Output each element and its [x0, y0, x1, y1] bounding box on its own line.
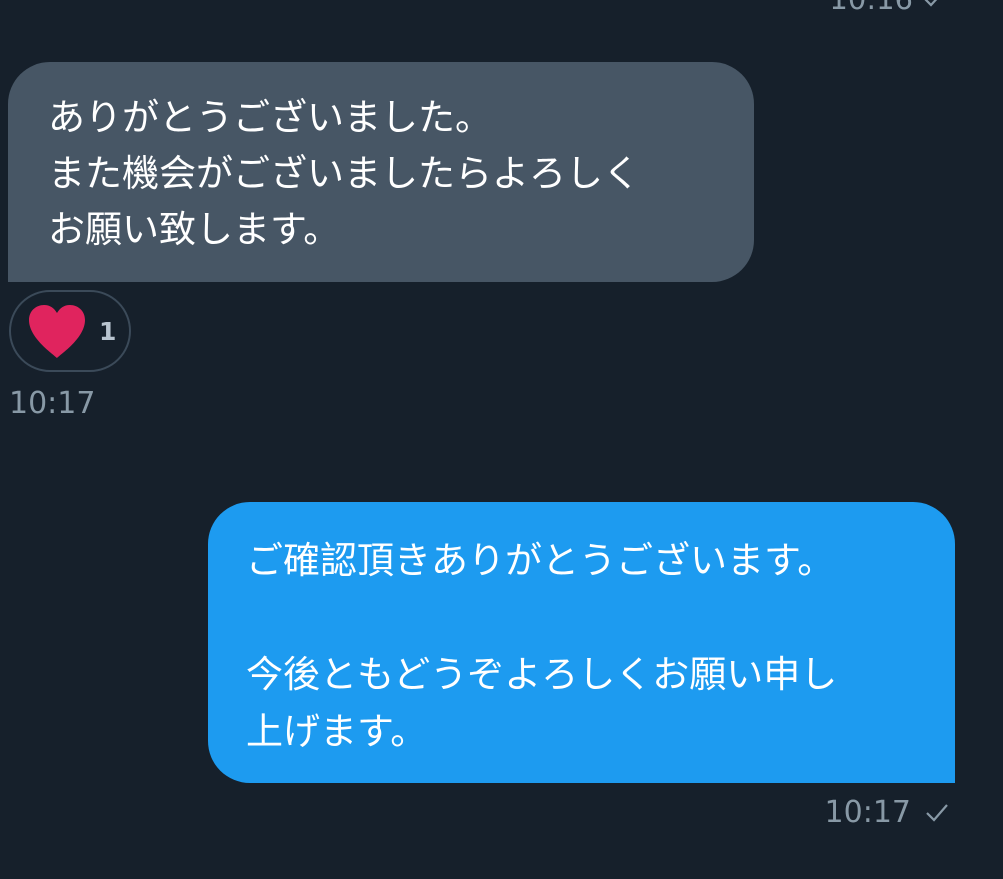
- checkmark-icon: [926, 803, 948, 822]
- outgoing-message-timestamp: 10:17: [824, 795, 911, 830]
- message-text-line: ご確認頂きありがとうございます。: [246, 539, 835, 582]
- message-text-line: 今後ともどうぞよろしくお願い申し: [246, 653, 838, 696]
- message-text-line: また機会がございましたらよろしく: [48, 152, 640, 195]
- previous-message-meta: 10:16: [829, 0, 945, 16]
- message-text-line: お願い致します。: [48, 208, 341, 251]
- message-text-line: 上げます。: [246, 710, 428, 753]
- dm-conversation: 10:16 ありがとうございました。 また機会がございましたらよろしく お願い致…: [0, 0, 1003, 879]
- reaction-count: 1: [99, 316, 117, 346]
- reaction-pill[interactable]: 1: [9, 290, 131, 372]
- previous-message-timestamp: 10:16: [829, 0, 913, 16]
- incoming-message-bubble[interactable]: ありがとうございました。 また機会がございましたらよろしく お願い致します。: [8, 62, 754, 282]
- outgoing-message-bubble[interactable]: ご確認頂きありがとうございます。 今後ともどうぞよろしくお願い申し 上げます。: [208, 502, 955, 783]
- outgoing-message-meta: 10:17: [825, 795, 949, 830]
- incoming-message-timestamp: 10:17: [9, 386, 96, 421]
- heart-icon: [29, 305, 85, 358]
- message-text-line: ありがとうございました。: [48, 96, 492, 139]
- checkmark-icon: [924, 0, 938, 7]
